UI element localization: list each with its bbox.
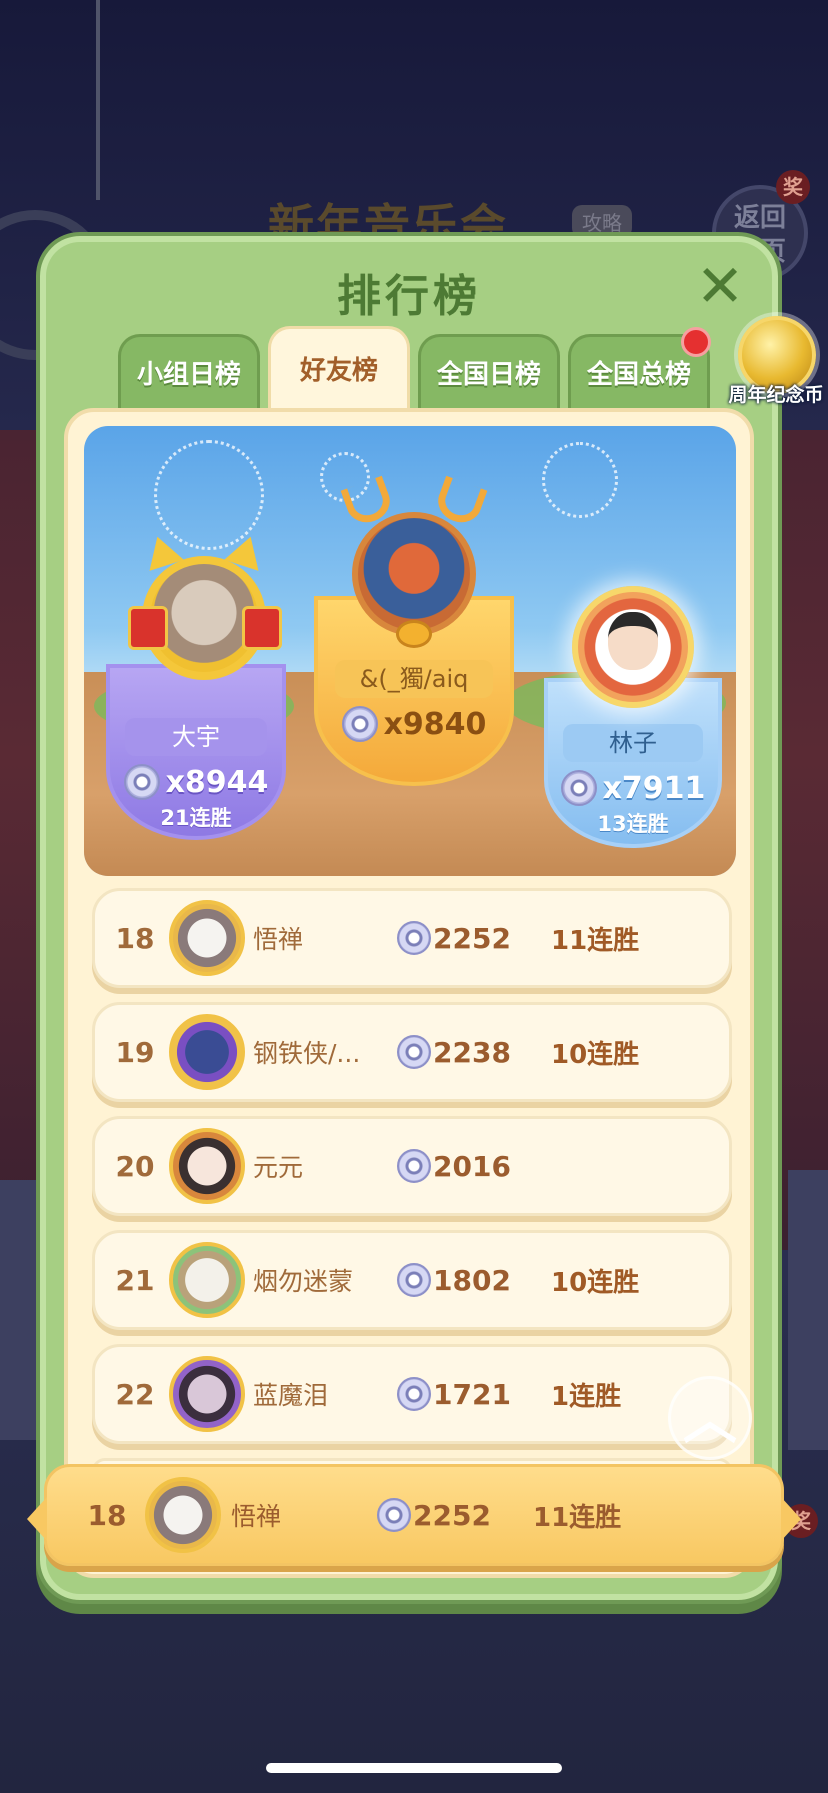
list-item[interactable]: 20 元元 2016 bbox=[92, 1116, 732, 1216]
podium-third-streak: 13连胜 bbox=[597, 812, 669, 836]
firework-decoration bbox=[542, 442, 618, 518]
disc-icon bbox=[397, 1377, 431, 1411]
anniversary-coin-label: 周年纪念币 bbox=[728, 384, 824, 406]
anniversary-coin-button[interactable]: 周年纪念币 bbox=[726, 316, 826, 416]
list-item[interactable]: 21 烟勿迷蒙 1802 10连胜 bbox=[92, 1230, 732, 1330]
self-streak: 11连胜 bbox=[533, 1502, 622, 1533]
avatar[interactable] bbox=[169, 1242, 245, 1318]
avatar-face bbox=[608, 612, 658, 670]
podium-third-name: 林子 bbox=[563, 724, 703, 762]
player-name: 烟勿迷蒙 bbox=[253, 1267, 354, 1296]
home-indicator[interactable] bbox=[266, 1763, 562, 1773]
player-name: 悟禅 bbox=[253, 925, 304, 954]
player-score: 2238 bbox=[433, 1035, 511, 1069]
podium-first-avatar[interactable] bbox=[352, 512, 476, 636]
rank-number: 19 bbox=[115, 1035, 155, 1069]
disc-icon bbox=[397, 1263, 431, 1297]
player-streak: 11连胜 bbox=[551, 925, 640, 956]
avatar[interactable] bbox=[169, 1014, 245, 1090]
close-icon[interactable]: ✕ bbox=[694, 257, 746, 315]
leaderboard-modal: 排行榜 ✕ 小组日榜 好友榜 全国日榜 全国总榜 大宇 x8944 21连胜 林… bbox=[36, 232, 782, 1604]
disc-icon bbox=[560, 770, 597, 806]
podium-third-score: x7911 bbox=[602, 770, 706, 806]
notification-dot bbox=[681, 327, 711, 357]
bell-icon bbox=[396, 620, 432, 648]
player-streak: 10连胜 bbox=[551, 1039, 640, 1070]
podium: 大宇 x8944 21连胜 林子 x7911 13连胜 &(_獨/aiq x98… bbox=[84, 426, 736, 876]
tab-friends[interactable]: 好友榜 bbox=[268, 326, 410, 416]
rank-number: 21 bbox=[115, 1263, 155, 1297]
player-streak: 10连胜 bbox=[551, 1267, 640, 1298]
player-name: 元元 bbox=[253, 1153, 304, 1182]
disc-icon bbox=[341, 706, 378, 742]
list-item[interactable]: 19 钢铁侠/... 2238 10连胜 bbox=[92, 1002, 732, 1102]
modal-title: 排行榜 bbox=[337, 271, 481, 322]
self-avatar[interactable] bbox=[145, 1477, 221, 1553]
self-score: 2252 bbox=[413, 1498, 491, 1532]
podium-second-score: x8944 bbox=[165, 764, 269, 800]
podium-first-name: &(_獨/aiq bbox=[335, 660, 493, 698]
player-score: 1721 bbox=[433, 1377, 511, 1411]
disc-icon bbox=[397, 921, 431, 955]
podium-second-streak: 21连胜 bbox=[160, 806, 232, 830]
red-envelope-icon bbox=[128, 606, 168, 650]
self-rank-row[interactable]: 18 悟禅 2252 11连胜 bbox=[27, 1464, 801, 1566]
podium-first-score: x9840 bbox=[383, 706, 487, 742]
avatar[interactable] bbox=[169, 1128, 245, 1204]
reward-badge: 奖 bbox=[776, 170, 810, 204]
scroll-to-top-button[interactable]: ︿ bbox=[668, 1376, 752, 1460]
list-item[interactable]: 22 蓝魔泪 1721 1连胜 bbox=[92, 1344, 732, 1444]
tab-bar: 小组日榜 好友榜 全国日榜 全国总榜 bbox=[118, 326, 711, 416]
self-name: 悟禅 bbox=[231, 1502, 282, 1531]
disc-icon bbox=[397, 1149, 431, 1183]
player-name: 钢铁侠/... bbox=[253, 1039, 361, 1068]
disc-icon bbox=[397, 1035, 431, 1069]
avatar[interactable] bbox=[169, 1356, 245, 1432]
rank-number: 22 bbox=[115, 1377, 155, 1411]
tab-national-total-label: 全国总榜 bbox=[586, 360, 691, 390]
disc-icon bbox=[123, 764, 160, 800]
player-streak: 1连胜 bbox=[551, 1381, 622, 1412]
red-envelope-icon bbox=[242, 606, 282, 650]
rank-number: 20 bbox=[115, 1149, 155, 1183]
podium-second-name: 大宇 bbox=[125, 718, 267, 756]
disc-icon bbox=[377, 1498, 411, 1532]
player-score: 2016 bbox=[433, 1149, 511, 1183]
player-score: 2252 bbox=[433, 921, 511, 955]
rank-number: 18 bbox=[115, 921, 155, 955]
player-name: 蓝魔泪 bbox=[253, 1381, 329, 1410]
ranking-list: 18 悟禅 2252 11连胜 19 钢铁侠/... 2238 10连胜 20 … bbox=[92, 888, 732, 1484]
leaderboard-panel: 大宇 x8944 21连胜 林子 x7911 13连胜 &(_獨/aiq x98… bbox=[64, 408, 754, 1578]
tab-national-total[interactable]: 全国总榜 bbox=[568, 327, 711, 416]
list-item[interactable]: 18 悟禅 2252 11连胜 bbox=[92, 888, 732, 988]
podium-second[interactable]: 大宇 x8944 21连胜 bbox=[106, 664, 286, 840]
tab-group-daily[interactable]: 小组日榜 bbox=[118, 334, 260, 416]
player-score: 1802 bbox=[433, 1263, 511, 1297]
tab-national-daily[interactable]: 全国日榜 bbox=[418, 334, 560, 416]
avatar[interactable] bbox=[169, 900, 245, 976]
